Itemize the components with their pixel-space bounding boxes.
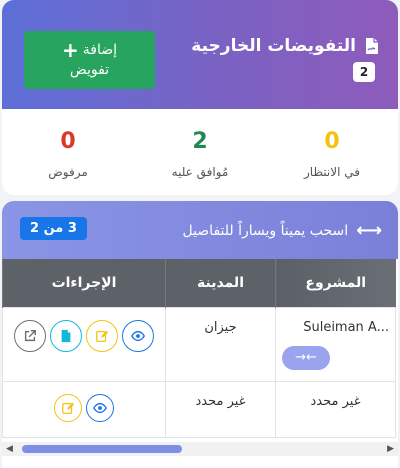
stat-approved-label: مُوافق عليه	[171, 165, 229, 179]
eye-icon	[93, 402, 107, 413]
stat-pending: 0 في الانتظار	[266, 109, 398, 195]
column-header-city[interactable]: المدينة	[165, 259, 276, 307]
cell-actions	[2, 306, 166, 382]
scroll-left-icon[interactable]: ◀	[6, 444, 13, 454]
view-button[interactable]	[86, 393, 114, 422]
cell-actions	[2, 380, 166, 438]
stat-rejected: 0 مرفوض	[2, 109, 134, 195]
table-row: غير محدد غير محدد	[2, 380, 396, 438]
arrows-horizontal-icon: ⟷	[356, 220, 382, 241]
edit-button[interactable]	[54, 393, 82, 422]
swipe-hint-bar: ⟷ اسحب يميناً ويساراً للتفاصيل 3 من 2	[2, 201, 398, 259]
stat-approved-value: 2	[192, 129, 208, 154]
edit-icon	[62, 402, 75, 414]
stat-rejected-value: 0	[60, 129, 76, 154]
scroll-right-icon[interactable]: ▶	[387, 444, 394, 454]
table-row: Suleiman A... ←→ جيزان	[2, 306, 396, 382]
table-header-row: المشروع المدينة الإجراءات	[2, 259, 396, 307]
stat-approved: 2 مُوافق عليه	[134, 109, 266, 195]
edit-button[interactable]	[86, 319, 118, 352]
cell-city: جيزان	[165, 306, 276, 382]
column-header-actions: الإجراءات	[2, 259, 166, 307]
swipe-toggle[interactable]: ←→	[282, 345, 330, 370]
header-hero: التفويضات الخارجية 2 إضافة + تفويض	[2, 0, 398, 109]
authorizations-table-card: ⟷ اسحب يميناً ويساراً للتفاصيل 3 من 2 ال…	[2, 201, 398, 468]
plus-icon: +	[62, 37, 79, 62]
page-indicator-badge: 3 من 2	[20, 217, 87, 240]
scrollbar-thumb[interactable]	[22, 445, 182, 453]
cell-city: غير محدد	[165, 380, 276, 438]
document-icon	[61, 329, 71, 342]
view-button[interactable]	[122, 319, 154, 352]
swipe-hint-text: اسحب يميناً ويساراً للتفاصيل	[182, 222, 349, 239]
stat-pending-label: في الانتظار	[304, 165, 360, 179]
stat-rejected-label: مرفوض	[48, 165, 88, 179]
count-badge: 2	[353, 62, 375, 82]
stat-pending-value: 0	[324, 129, 340, 154]
edit-icon	[96, 330, 109, 342]
add-authorization-button[interactable]: إضافة + تفويض	[24, 31, 155, 89]
project-name: Suleiman A...	[303, 319, 389, 335]
status-stats: 0 في الانتظار 2 مُوافق عليه 0 مرفوض	[2, 109, 398, 195]
column-header-project[interactable]: المشروع	[275, 259, 396, 307]
authorizations-card: التفويضات الخارجية 2 إضافة + تفويض 0 في …	[2, 0, 398, 195]
cell-project: Suleiman A... ←→	[275, 306, 396, 382]
horizontal-scrollbar[interactable]: ◀ ▶	[2, 442, 398, 456]
external-link-icon	[24, 329, 36, 341]
file-signature-icon	[366, 38, 378, 54]
cell-project: غير محدد	[275, 380, 396, 438]
page-title: التفويضات الخارجية	[191, 36, 382, 56]
authorizations-table: المشروع المدينة الإجراءات Suleiman A... …	[2, 259, 396, 438]
add-label-line2: تفويض	[69, 62, 110, 78]
swipe-hint: ⟷ اسحب يميناً ويساراً للتفاصيل	[182, 220, 382, 241]
open-external-button[interactable]	[14, 319, 46, 352]
eye-icon	[131, 330, 145, 341]
document-button[interactable]	[50, 319, 82, 352]
title-text: التفويضات الخارجية	[191, 36, 356, 56]
add-label-line1: إضافة	[82, 41, 118, 58]
